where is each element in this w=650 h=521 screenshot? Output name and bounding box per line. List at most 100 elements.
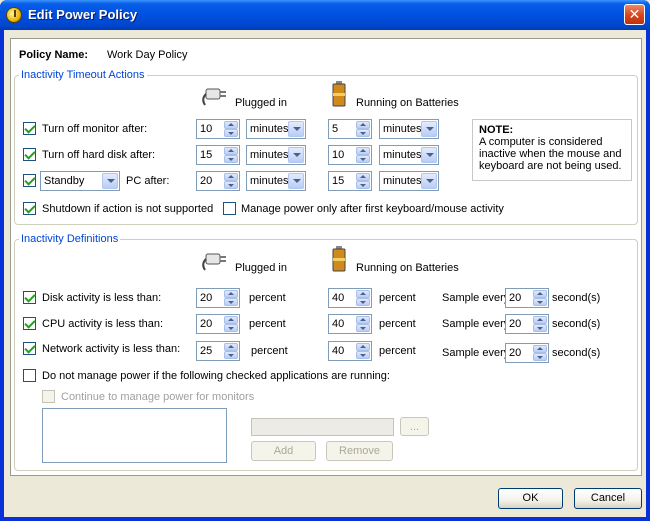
cpu-plugged-stepper[interactable]: 20 bbox=[196, 314, 240, 334]
disk-activity-checkbox[interactable] bbox=[23, 291, 36, 304]
spin-down-icon[interactable] bbox=[224, 129, 238, 137]
harddisk-plugged-unit-select[interactable]: minutes bbox=[246, 145, 306, 165]
spin-up-icon[interactable] bbox=[356, 147, 370, 155]
stepper-value: 20 bbox=[200, 175, 213, 187]
remove-button[interactable]: Remove bbox=[326, 441, 393, 461]
stepper-value: 20 bbox=[509, 292, 522, 304]
spin-down-icon[interactable] bbox=[224, 181, 238, 189]
chevron-down-icon[interactable] bbox=[288, 121, 304, 137]
battery-icon bbox=[332, 81, 346, 107]
spin-down-icon[interactable] bbox=[224, 155, 238, 163]
stepper-value: 15 bbox=[332, 175, 345, 187]
definitions-plugged-header: Plugged in bbox=[235, 262, 287, 274]
spin-up-icon[interactable] bbox=[533, 290, 547, 298]
disk-battery-stepper[interactable]: 40 bbox=[328, 288, 372, 308]
spin-up-icon[interactable] bbox=[533, 316, 547, 324]
spin-down-icon[interactable] bbox=[533, 353, 547, 361]
monitor-plugged-stepper[interactable]: 10 bbox=[196, 119, 240, 139]
close-button[interactable]: ✕ bbox=[624, 4, 645, 25]
applications-list[interactable] bbox=[42, 408, 227, 463]
chevron-down-icon[interactable] bbox=[288, 147, 304, 163]
stepper-value: 20 bbox=[509, 318, 522, 330]
ok-button[interactable]: OK bbox=[498, 488, 563, 509]
harddisk-label: Turn off hard disk after: bbox=[42, 149, 156, 161]
spin-down-icon[interactable] bbox=[356, 324, 370, 332]
spin-down-icon[interactable] bbox=[356, 129, 370, 137]
spin-down-icon[interactable] bbox=[533, 324, 547, 332]
cpu-activity-label: CPU activity is less than: bbox=[42, 318, 164, 330]
browse-button[interactable]: ... bbox=[400, 417, 429, 436]
standby-plugged-stepper[interactable]: 20 bbox=[196, 171, 240, 191]
application-path-input[interactable] bbox=[251, 418, 394, 436]
spin-up-icon[interactable] bbox=[224, 316, 238, 324]
dialog-body: Policy Name: Work Day Policy Inactivity … bbox=[4, 30, 646, 517]
group-title-timeout: Inactivity Timeout Actions bbox=[19, 69, 147, 81]
harddisk-battery-stepper[interactable]: 10 bbox=[328, 145, 372, 165]
stepper-value: 20 bbox=[200, 318, 213, 330]
network-sample-stepper[interactable]: 20 bbox=[505, 343, 549, 363]
harddisk-checkbox[interactable] bbox=[23, 148, 36, 161]
standby-battery-unit-select[interactable]: minutes bbox=[379, 171, 439, 191]
monitor-plugged-unit-select[interactable]: minutes bbox=[246, 119, 306, 139]
monitor-checkbox[interactable] bbox=[23, 122, 36, 135]
spin-up-icon[interactable] bbox=[356, 290, 370, 298]
spin-up-icon[interactable] bbox=[356, 121, 370, 129]
harddisk-battery-unit-select[interactable]: minutes bbox=[379, 145, 439, 165]
standby-checkbox[interactable] bbox=[23, 174, 36, 187]
chevron-down-icon[interactable] bbox=[421, 121, 437, 137]
manage-after-activity-checkbox[interactable] bbox=[223, 202, 236, 215]
monitors-checkbox[interactable] bbox=[42, 390, 55, 403]
seconds-label: second(s) bbox=[552, 292, 601, 304]
chevron-down-icon[interactable] bbox=[421, 173, 437, 189]
network-battery-stepper[interactable]: 40 bbox=[328, 341, 372, 361]
monitor-battery-unit-select[interactable]: minutes bbox=[379, 119, 439, 139]
network-activity-checkbox[interactable] bbox=[23, 342, 36, 355]
standby-plugged-unit-select[interactable]: minutes bbox=[246, 171, 306, 191]
spin-up-icon[interactable] bbox=[224, 121, 238, 129]
note-title: NOTE: bbox=[479, 124, 514, 136]
cpu-activity-checkbox[interactable] bbox=[23, 317, 36, 330]
spin-up-icon[interactable] bbox=[533, 345, 547, 353]
spin-up-icon[interactable] bbox=[224, 290, 238, 298]
spin-down-icon[interactable] bbox=[533, 298, 547, 306]
spin-up-icon[interactable] bbox=[356, 316, 370, 324]
title-bar[interactable]: Edit Power Policy ✕ bbox=[0, 0, 650, 30]
spin-down-icon[interactable] bbox=[356, 351, 370, 359]
spin-up-icon[interactable] bbox=[224, 147, 238, 155]
chevron-down-icon[interactable] bbox=[421, 147, 437, 163]
chevron-down-icon[interactable] bbox=[288, 173, 304, 189]
monitor-battery-stepper[interactable]: 5 bbox=[328, 119, 372, 139]
cancel-button[interactable]: Cancel bbox=[574, 488, 642, 509]
spin-down-icon[interactable] bbox=[224, 351, 238, 359]
spin-down-icon[interactable] bbox=[356, 155, 370, 163]
pc-after-label: PC after: bbox=[126, 175, 170, 187]
disk-sample-stepper[interactable]: 20 bbox=[505, 288, 549, 308]
spin-down-icon[interactable] bbox=[224, 298, 238, 306]
standby-action-select[interactable]: Standby bbox=[40, 171, 120, 191]
shutdown-checkbox[interactable] bbox=[23, 202, 36, 215]
standby-battery-stepper[interactable]: 15 bbox=[328, 171, 372, 191]
select-value: minutes bbox=[250, 175, 289, 187]
apps-running-checkbox[interactable] bbox=[23, 369, 36, 382]
harddisk-plugged-stepper[interactable]: 15 bbox=[196, 145, 240, 165]
network-plugged-stepper[interactable]: 25 bbox=[196, 341, 240, 361]
cpu-battery-stepper[interactable]: 40 bbox=[328, 314, 372, 334]
spin-down-icon[interactable] bbox=[224, 324, 238, 332]
spin-down-icon[interactable] bbox=[356, 298, 370, 306]
cpu-sample-stepper[interactable]: 20 bbox=[505, 314, 549, 334]
stepper-value: 20 bbox=[200, 292, 213, 304]
seconds-label: second(s) bbox=[552, 347, 601, 359]
sample-every-label: Sample every bbox=[442, 292, 510, 304]
spin-up-icon[interactable] bbox=[224, 173, 238, 181]
disk-plugged-stepper[interactable]: 20 bbox=[196, 288, 240, 308]
select-value: minutes bbox=[383, 175, 422, 187]
spin-up-icon[interactable] bbox=[356, 343, 370, 351]
add-button[interactable]: Add bbox=[251, 441, 316, 461]
spin-down-icon[interactable] bbox=[356, 181, 370, 189]
stepper-value: 25 bbox=[200, 345, 213, 357]
inactivity-timeout-group: Inactivity Timeout Actions Plugged in Ru… bbox=[14, 69, 638, 225]
stepper-value: 40 bbox=[332, 318, 345, 330]
spin-up-icon[interactable] bbox=[356, 173, 370, 181]
chevron-down-icon[interactable] bbox=[102, 173, 118, 189]
spin-up-icon[interactable] bbox=[224, 343, 238, 351]
